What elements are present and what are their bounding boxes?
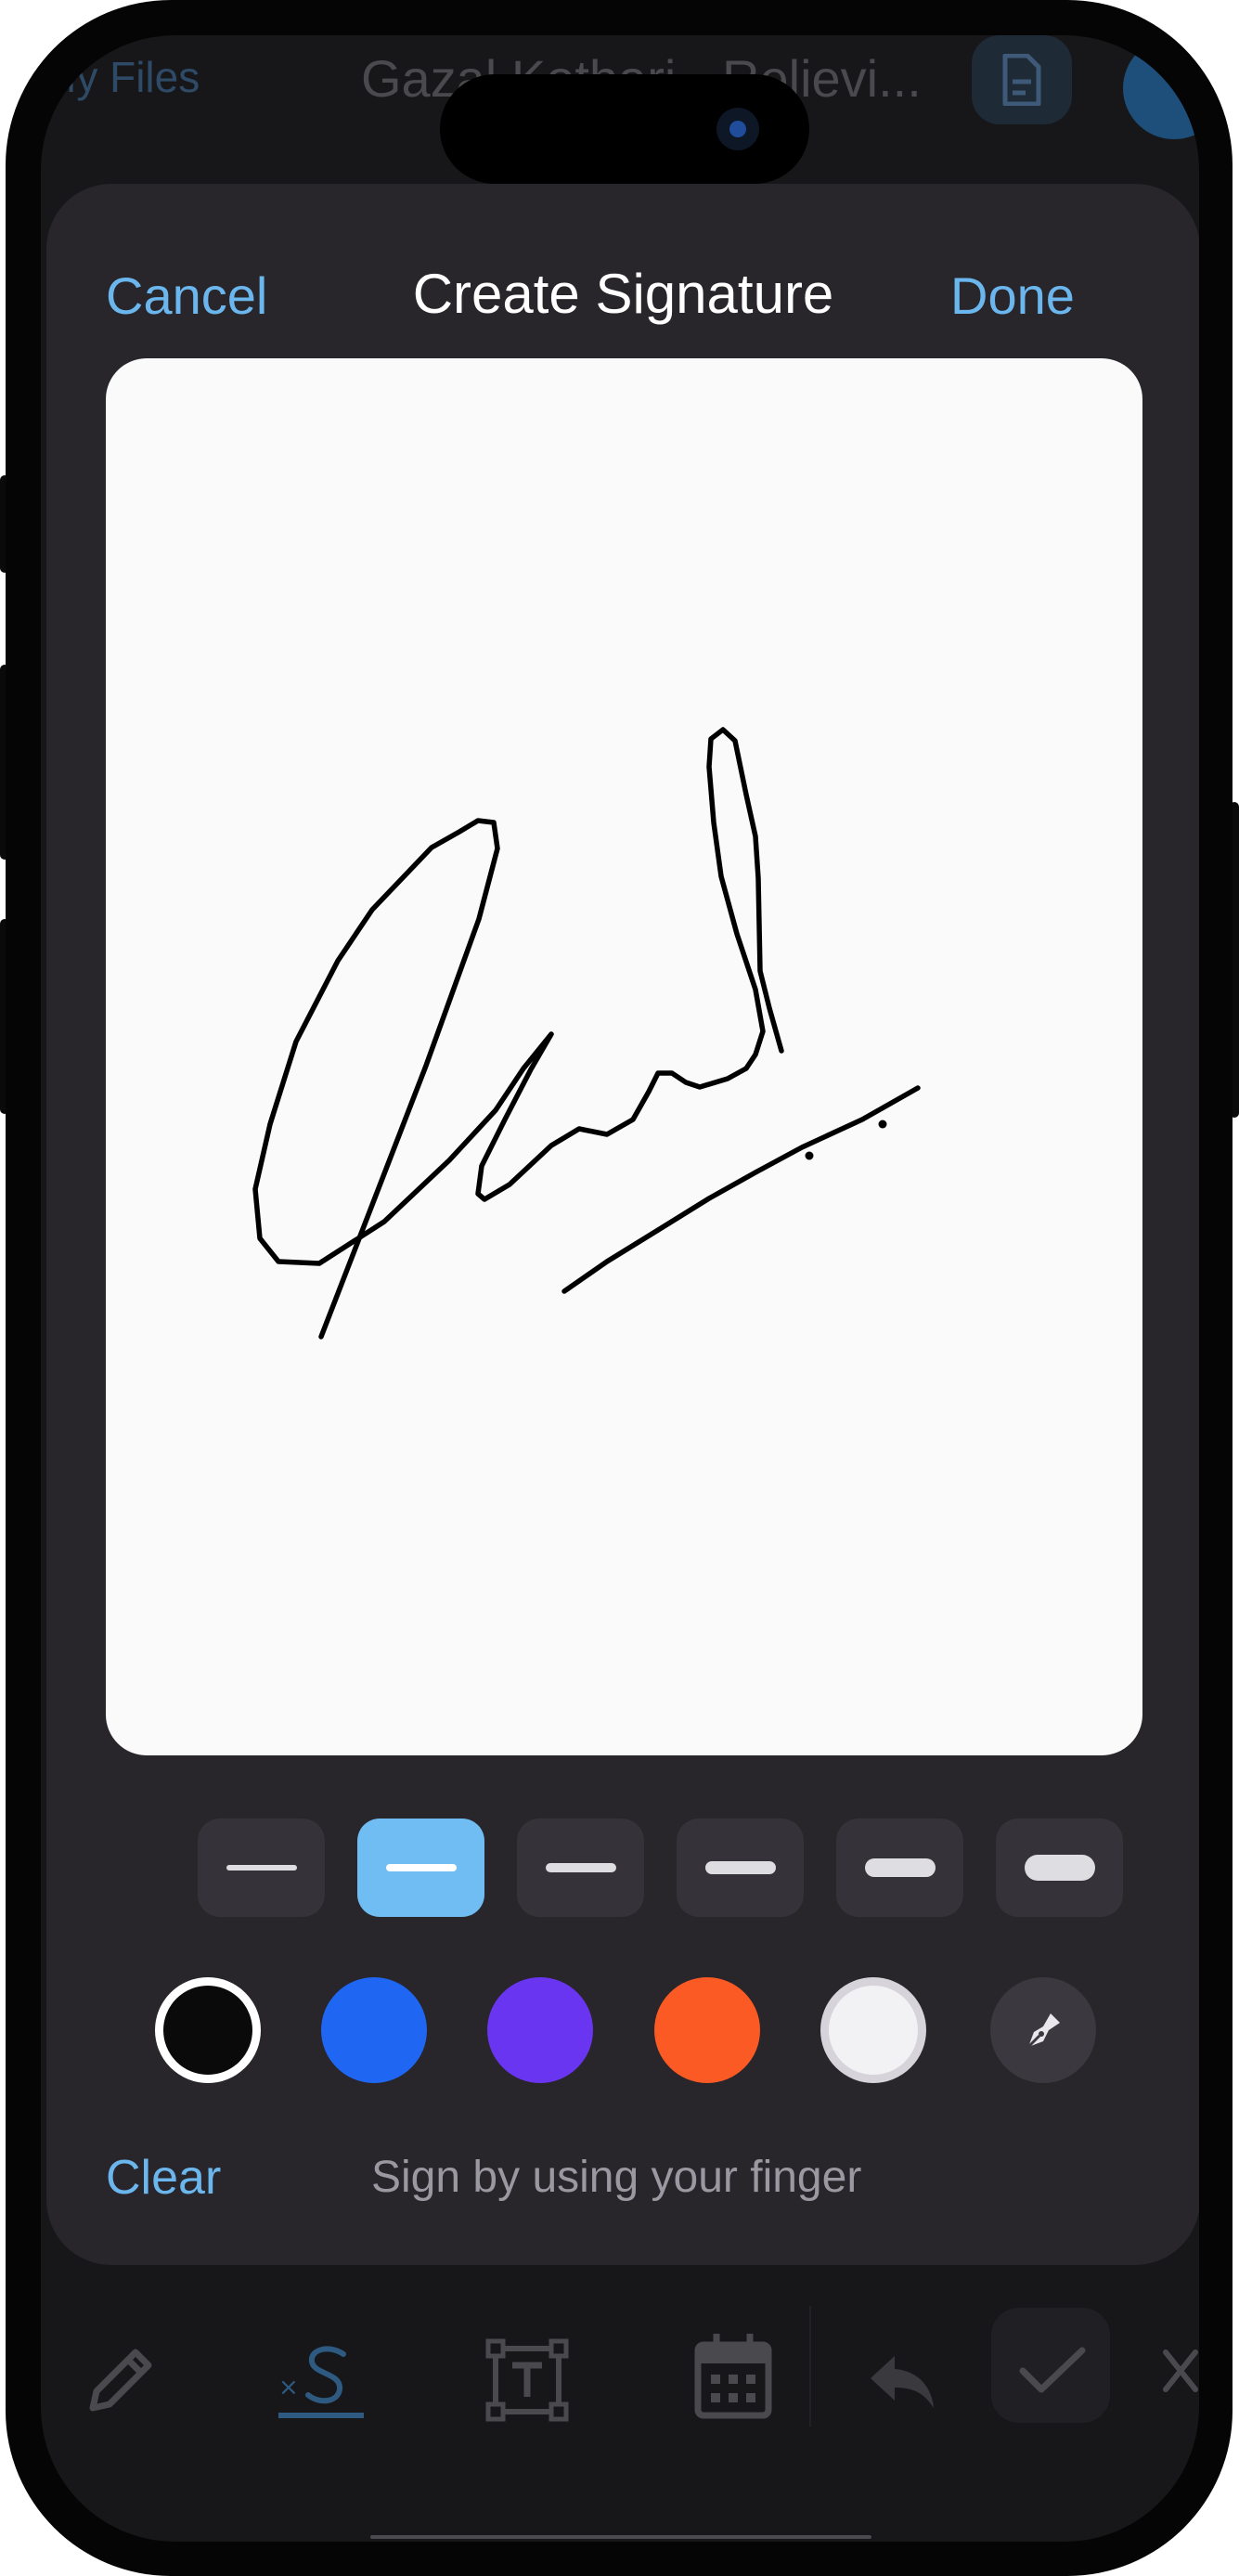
stroke-sample: [545, 1863, 616, 1872]
done-button[interactable]: Done: [950, 265, 1075, 326]
stroke-width-medium[interactable]: [677, 1819, 804, 1917]
signature-canvas[interactable]: [106, 358, 1142, 1755]
back-button[interactable]: My Files: [41, 52, 200, 102]
pencil-icon[interactable]: [78, 2337, 163, 2423]
stroke-width-thinnest[interactable]: [198, 1819, 325, 1917]
stroke-width-thick[interactable]: [836, 1819, 963, 1917]
camera-icon: [716, 108, 759, 150]
stroke-sample: [1024, 1855, 1095, 1881]
home-indicator[interactable]: [370, 2535, 871, 2539]
undo-icon[interactable]: [867, 2350, 937, 2415]
phone-frame: My Files Gazal Kothari - Relievi... Canc…: [6, 0, 1233, 2576]
color-black[interactable]: [155, 1977, 261, 2083]
signature-icon[interactable]: ×: [275, 2337, 368, 2423]
screen: My Files Gazal Kothari - Relievi... Canc…: [41, 35, 1199, 2542]
document-icon: [1002, 54, 1041, 106]
stroke-width-thin[interactable]: [357, 1819, 484, 1917]
stroke-sample: [704, 1861, 776, 1874]
create-signature-sheet: Cancel Create Signature Done Clear Sign …: [46, 184, 1199, 2265]
avatar[interactable]: [1123, 37, 1199, 139]
dynamic-island: [440, 74, 809, 184]
signature-loop-stroke: [252, 727, 784, 1340]
signature-drawing: [252, 727, 921, 1340]
close-icon[interactable]: [1162, 2347, 1199, 2395]
calendar-icon[interactable]: [690, 2330, 776, 2423]
color-blue[interactable]: [321, 1977, 427, 2083]
toolbar-divider: [809, 2306, 811, 2427]
color-purple[interactable]: [487, 1977, 593, 2083]
svg-text:×: ×: [278, 2374, 299, 2401]
signature-dot: [805, 1151, 814, 1160]
stroke-sample: [226, 1865, 297, 1871]
stroke-sample: [864, 1858, 936, 1877]
color-white[interactable]: [820, 1977, 926, 2083]
stroke-sample: [385, 1864, 457, 1871]
color-orange[interactable]: [654, 1977, 760, 2083]
text-box-icon[interactable]: [484, 2337, 570, 2423]
stroke-width-regular[interactable]: [517, 1819, 644, 1917]
pen-style-button[interactable]: [990, 1977, 1096, 2083]
clear-button[interactable]: Clear: [106, 2150, 221, 2206]
stroke-width-thickest[interactable]: [996, 1819, 1123, 1917]
checkmark-icon[interactable]: [1017, 2343, 1088, 2399]
pen-nib-icon: [1026, 2013, 1060, 2049]
document-info-button[interactable]: [972, 35, 1072, 124]
signature-dot: [878, 1120, 887, 1129]
signature-underline-stroke: [561, 1085, 921, 1294]
bottom-toolbar: ×: [41, 2272, 1199, 2542]
signing-hint: Sign by using your finger: [371, 2153, 862, 2202]
